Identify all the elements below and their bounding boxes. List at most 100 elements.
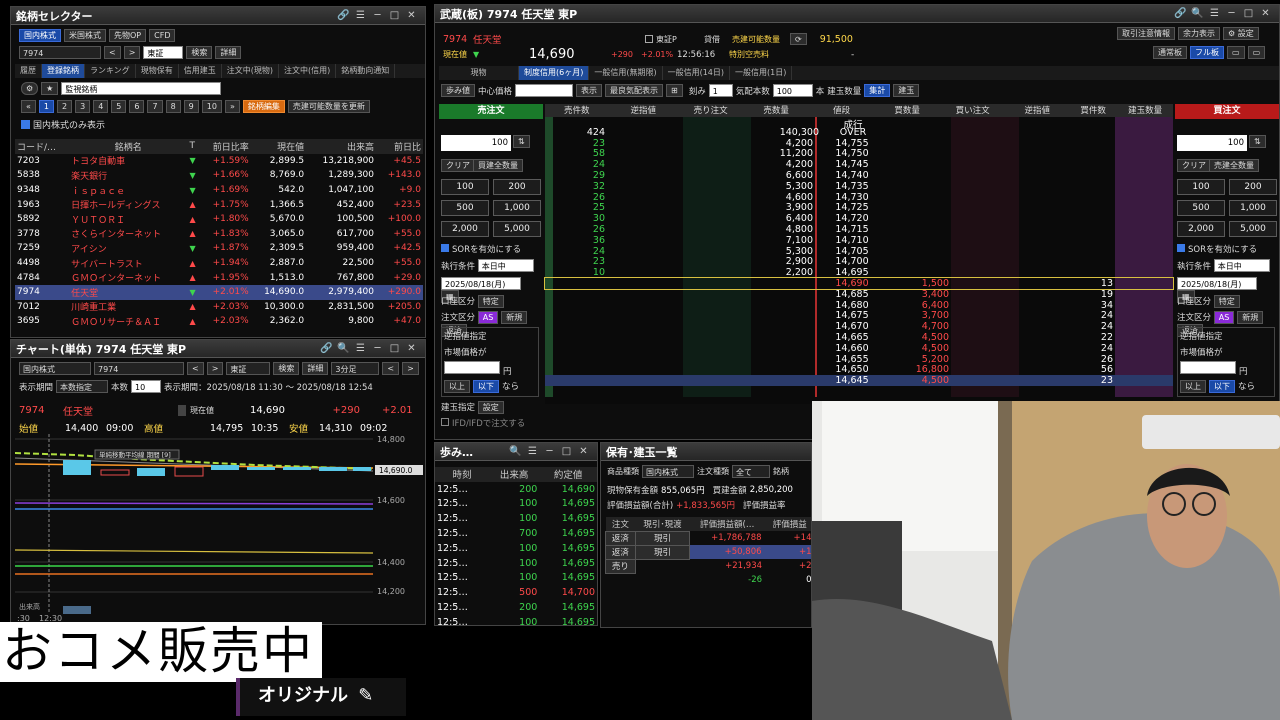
tab-general-1[interactable]: 一般信用(1日) <box>730 66 793 80</box>
ladder-row[interactable]: 14,655 5,200 26 <box>545 354 1173 365</box>
exchange-select[interactable]: 東証 <box>143 46 184 59</box>
table-row[interactable]: 5838 楽天銀行 ▼ +1.66% 8,769.0 1,289,300 +143.0 <box>15 168 423 183</box>
table-row[interactable]: 7012 川崎重工業 ▲ +2.03% 10,300.0 2,831,500 +205.0 <box>15 300 423 315</box>
buy-clear-button[interactable]: クリア <box>1177 159 1211 172</box>
interval-select[interactable]: 3分足 <box>331 362 380 375</box>
checkbox-icon[interactable] <box>441 244 449 252</box>
cond-select[interactable]: 本日中 <box>477 259 534 272</box>
table-row[interactable]: 3695 ＧＭＯリサーチ＆ＡＩ ▲ +2.03% 2,362.0 9,800 +47.0 <box>15 314 423 329</box>
buy-all-button[interactable]: 売建全数量 <box>1209 159 1259 172</box>
table-row[interactable]: 7259 アイシン ▼ +1.87% 2,309.5 959,400 +42.5 <box>15 241 423 256</box>
ladder-row[interactable]: 29 6,600 14,740 <box>545 170 1173 181</box>
search-button[interactable]: 検索 <box>186 46 213 59</box>
menu-icon[interactable]: ☰ <box>524 446 541 457</box>
ladder-row[interactable]: 14,685 3,400 19 <box>545 289 1173 300</box>
caution-button[interactable]: 取引注意情報 <box>1117 27 1175 40</box>
total-button[interactable]: 集計 <box>864 84 891 97</box>
page-1[interactable]: 1 <box>38 100 54 113</box>
subtab-holdings[interactable]: 現物保有 <box>136 64 179 78</box>
list-select[interactable]: 監視銘柄 <box>61 82 222 95</box>
search-icon[interactable]: 🔍 <box>507 446 524 457</box>
count-input[interactable]: 10 <box>131 380 162 393</box>
order-type-select[interactable]: 全て <box>732 465 770 478</box>
down-button[interactable]: 以下 <box>1209 380 1235 393</box>
tab-us[interactable]: 米国株式 <box>64 29 106 42</box>
prev-icon[interactable]: < <box>104 46 121 59</box>
ladder-row[interactable]: 14,670 4,700 24 <box>545 321 1173 332</box>
tab-general-14[interactable]: 一般信用(14日) <box>663 66 731 80</box>
table-row[interactable]: 9348 ｉｓｐａｃｅ ▼ +1.69% 542.0 1,047,100 +9.0 <box>15 183 423 198</box>
star-icon[interactable]: ★ <box>41 82 59 95</box>
minimize-icon[interactable]: ─ <box>369 10 386 21</box>
sell-order-header[interactable]: 売注文 <box>439 104 543 119</box>
position-row[interactable]: 返済 現引 +1,786,788 +14 <box>605 530 811 546</box>
buy-qty-preset[interactable]: 1,000 <box>1229 200 1277 216</box>
menu-icon[interactable]: ☰ <box>352 10 369 21</box>
buy-qty-preset[interactable]: 2,000 <box>1177 221 1225 237</box>
prev-icon[interactable]: < <box>187 362 204 375</box>
tick-input[interactable]: 1 <box>708 84 733 97</box>
table-row[interactable]: 4498 サイバートラスト ▲ +1.94% 2,887.0 22,500 +55.0 <box>15 256 423 271</box>
buy-qty-input[interactable]: 100 <box>1177 135 1247 151</box>
domestic-only-check[interactable]: 国内株式のみ表示 <box>21 118 425 131</box>
col-price[interactable]: 現在値 <box>251 139 306 154</box>
sell-qty-input[interactable]: 100 <box>441 135 511 151</box>
date-input[interactable]: 2025/08/18(月) <box>1177 277 1257 290</box>
chart-detail-button[interactable]: 詳細 <box>302 362 329 375</box>
ladder-row[interactable]: 36 7,100 14,710 <box>545 235 1173 246</box>
buy-qty-preset[interactable]: 5,000 <box>1229 221 1277 237</box>
refresh-icon[interactable]: ⟳ <box>790 33 807 45</box>
sell-clear-button[interactable]: クリア <box>441 159 475 172</box>
update-short-button[interactable]: 売建可能数量を更新 <box>287 100 370 113</box>
page-2[interactable]: 2 <box>57 100 73 113</box>
page-5[interactable]: 5 <box>111 100 127 113</box>
position-cell[interactable]: 返済 <box>605 530 636 546</box>
position-cell[interactable]: 返済 <box>605 544 636 560</box>
tab-general-unlimited[interactable]: 一般信用(無期限) <box>589 66 663 80</box>
up-button[interactable]: 以上 <box>1180 380 1206 393</box>
ladder-row[interactable]: 32 5,300 14,735 <box>545 181 1173 192</box>
ladder-row[interactable]: 14,675 3,700 24 <box>545 310 1173 321</box>
ladder-row[interactable]: 14,650 16,800 56 <box>545 364 1173 375</box>
sell-sor-check[interactable]: SORを有効にする <box>441 243 521 255</box>
next-icon[interactable]: > <box>206 362 224 375</box>
col-code[interactable]: コード/… <box>15 139 69 154</box>
tab-cash[interactable]: 現物 <box>439 66 519 80</box>
date-input[interactable]: 2025/08/18(月) <box>441 277 521 290</box>
buy-qty-preset[interactable]: 100 <box>1177 179 1225 195</box>
tab-futures[interactable]: 先物OP <box>109 29 147 42</box>
ladder-row[interactable]: 10 2,200 14,695 <box>545 267 1173 278</box>
depth-input[interactable]: 100 <box>772 84 813 97</box>
period-select[interactable]: 本数指定 <box>56 380 109 393</box>
new-button[interactable]: 新規 <box>1237 311 1264 324</box>
as-button[interactable]: AS <box>477 311 499 324</box>
subtab-ranking[interactable]: ランキング <box>85 64 136 78</box>
ayumi-button[interactable]: 歩み値 <box>441 84 475 97</box>
position-row[interactable]: 返済 現引 +50,806 +1 <box>605 544 811 560</box>
close-icon[interactable]: ✕ <box>403 10 420 21</box>
ladder-row[interactable]: 24 5,300 14,705 <box>545 246 1173 257</box>
normal-board-button[interactable]: 通常板 <box>1153 46 1187 59</box>
ladder-row[interactable]: 14,690 1,500 13 <box>544 277 1174 290</box>
table-row[interactable]: 3778 さくらインターネット ▲ +1.83% 3,065.0 617,700 +55.0 <box>15 227 423 242</box>
up-button[interactable]: 以上 <box>444 380 470 393</box>
full-board-button[interactable]: フル板 <box>1190 46 1224 59</box>
table-row[interactable]: 4784 ＧＭＯインターネット ▲ +1.95% 1,513.0 767,800 +29.0 <box>15 270 423 285</box>
sell-all-button[interactable]: 買建全数量 <box>473 159 523 172</box>
search-icon[interactable]: 🔍 <box>1189 8 1206 19</box>
maximize-icon[interactable]: □ <box>386 343 403 354</box>
as-button[interactable]: AS <box>1213 311 1235 324</box>
col-pct[interactable]: 前日比率 <box>200 139 251 154</box>
sell-qty-preset[interactable]: 100 <box>441 179 489 195</box>
checkbox-icon[interactable] <box>21 120 30 129</box>
ladder-row[interactable]: 14,645 4,500 23 <box>545 375 1173 386</box>
page-9[interactable]: 9 <box>183 100 199 113</box>
acct-button[interactable]: 特定 <box>1213 295 1240 308</box>
ladder-row[interactable]: 23 4,200 14,755 <box>545 138 1173 149</box>
search-icon[interactable]: 🔍 <box>335 343 352 354</box>
minimize-icon[interactable]: ─ <box>1223 8 1240 19</box>
col-volume[interactable]: 出来高 <box>306 139 376 154</box>
checkbox-icon[interactable] <box>441 418 449 426</box>
ladder-row[interactable]: 14,680 6,400 34 <box>545 300 1173 311</box>
position-row[interactable]: -26 0 <box>606 573 811 587</box>
